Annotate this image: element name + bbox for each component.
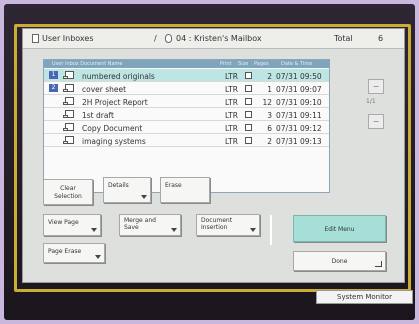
chevron-down-icon: [250, 228, 256, 232]
selection-number: 1: [49, 71, 58, 79]
list-item[interactable]: 1st draft LTR 3 07/31 09:11: [44, 108, 329, 121]
total-count: 6: [378, 34, 384, 43]
clear-selection-button[interactable]: Clear Selection: [43, 179, 93, 205]
print-checkbox[interactable]: [245, 72, 252, 79]
document-name: cover sheet: [82, 85, 127, 94]
print-checkbox[interactable]: [245, 137, 252, 144]
chevron-down-icon: [171, 228, 177, 232]
chevron-down-icon: [95, 255, 101, 259]
erase-button[interactable]: Erase: [160, 177, 210, 203]
done-label: Done: [331, 258, 348, 265]
date-time: 07/31 09:07: [276, 85, 322, 94]
print-checkbox[interactable]: [245, 98, 252, 105]
document-insertion-button[interactable]: Document Insertion: [196, 214, 260, 236]
page-count: 12: [262, 98, 272, 107]
print-checkbox[interactable]: [245, 85, 252, 92]
paper-size: LTR: [225, 111, 238, 120]
details-button[interactable]: Details: [103, 177, 151, 203]
mailbox-icon: [165, 34, 172, 43]
touch-screen: User Inboxes / 04 : Kristen's Mailbox To…: [22, 28, 405, 283]
column-print: Print: [220, 61, 232, 67]
document-icon: [63, 110, 74, 118]
view-page-label: View Page: [48, 219, 79, 226]
list-header: User Inbox Document Name Print Size Page…: [44, 60, 329, 68]
list-item[interactable]: 2 cover sheet LTR 1 07/31 09:07: [44, 82, 329, 95]
list-item[interactable]: 1 numbered originals LTR 2 07/31 09:50: [44, 69, 329, 82]
page-count: 2: [267, 72, 272, 81]
page-erase-label: Page Erase: [48, 248, 82, 255]
paper-size: LTR: [225, 98, 238, 107]
document-name: Copy Document: [82, 124, 143, 133]
document-icon: [63, 71, 74, 79]
column-size: Size: [238, 61, 249, 67]
paper-size: LTR: [225, 137, 238, 146]
return-icon: [375, 261, 382, 267]
selection-number: 2: [49, 84, 58, 92]
merge-and-save-button[interactable]: Merge and Save: [119, 214, 181, 236]
print-checkbox[interactable]: [245, 124, 252, 131]
page-count: 6: [267, 124, 272, 133]
document-icon: [63, 136, 74, 144]
inbox-icon: [32, 34, 39, 43]
erase-label: Erase: [165, 182, 182, 189]
chevron-down-icon: [141, 195, 147, 199]
page-count: 1: [267, 85, 272, 94]
document-icon: [63, 84, 74, 92]
document-name: 1st draft: [82, 111, 114, 120]
paper-size: LTR: [225, 72, 238, 81]
document-name: imaging systems: [82, 137, 146, 146]
menu-divider: [270, 215, 272, 245]
insertion-label-1: Document: [201, 217, 233, 224]
page-erase-button[interactable]: Page Erase: [43, 243, 105, 263]
page-count: 2: [267, 137, 272, 146]
view-page-button[interactable]: View Page: [43, 214, 101, 236]
column-datetime: Date & Time: [281, 61, 313, 67]
page-count: 3: [267, 111, 272, 120]
edit-menu-button[interactable]: Edit Menu: [293, 215, 386, 242]
system-monitor-button[interactable]: System Monitor: [316, 290, 413, 304]
document-name: numbered originals: [82, 72, 155, 81]
paper-size: LTR: [225, 124, 238, 133]
document-list: User Inbox Document Name Print Size Page…: [43, 59, 330, 193]
date-time: 07/31 09:10: [276, 98, 322, 107]
merge-label-1: Merge and: [124, 217, 156, 224]
list-item[interactable]: Copy Document LTR 6 07/31 09:12: [44, 121, 329, 134]
date-time: 07/31 09:12: [276, 124, 322, 133]
clear-selection-label-2: Selection: [54, 193, 82, 200]
details-label: Details: [108, 182, 129, 189]
date-time: 07/31 09:50: [276, 72, 322, 81]
header-separator: /: [154, 34, 157, 43]
insertion-label-2: Insertion: [201, 224, 228, 231]
column-name: User Inbox Document Name: [52, 61, 123, 67]
chevron-down-icon: [91, 228, 97, 232]
mailbox-name: 04 : Kristen's Mailbox: [176, 34, 262, 43]
header-title: User Inboxes: [42, 34, 94, 43]
date-time: 07/31 09:13: [276, 137, 322, 146]
print-checkbox[interactable]: [245, 111, 252, 118]
document-icon: [63, 97, 74, 105]
total-label: Total: [334, 34, 353, 43]
list-item[interactable]: imaging systems LTR 2 07/31 09:13: [44, 134, 329, 147]
scroll-up-button[interactable]: −: [368, 79, 384, 94]
date-time: 07/31 09:11: [276, 111, 322, 120]
edit-menu-label: Edit Menu: [324, 226, 355, 233]
scroll-down-button[interactable]: −: [368, 114, 384, 129]
clear-selection-label-1: Clear: [60, 185, 76, 192]
done-button[interactable]: Done: [293, 251, 386, 271]
header-bar: User Inboxes / 04 : Kristen's Mailbox To…: [23, 29, 404, 49]
column-pages: Pages: [254, 61, 269, 67]
document-name: 2H Project Report: [82, 98, 148, 107]
document-icon: [63, 123, 74, 131]
list-item[interactable]: 2H Project Report LTR 12 07/31 09:10: [44, 95, 329, 108]
paper-size: LTR: [225, 85, 238, 94]
merge-label-2: Save: [124, 224, 139, 231]
page-indicator: 1/1: [366, 98, 376, 105]
